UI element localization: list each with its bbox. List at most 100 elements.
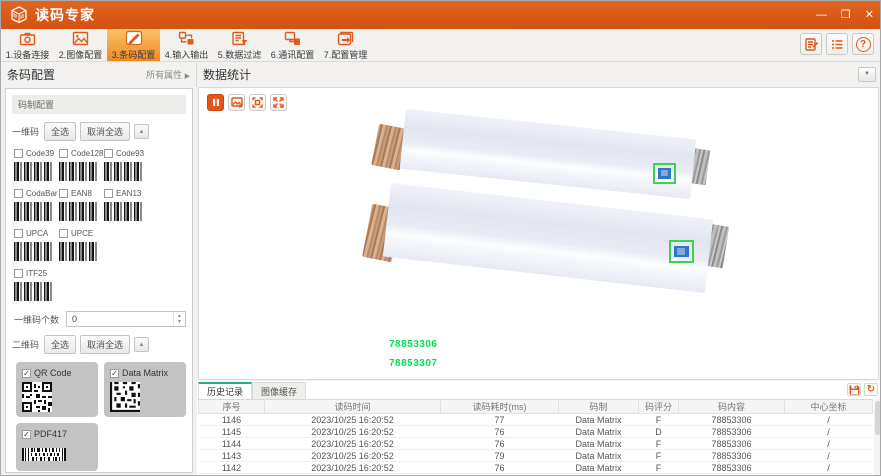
app-title: 读码专家 [35,5,95,25]
table-row[interactable]: 11422023/10/25 16:20:5276Data MatrixF788… [199,462,873,474]
select-all-2d-button[interactable]: 全选 [44,335,76,354]
tab-history-records[interactable]: 历史记录 [198,382,252,399]
decode-results: 78853306 78853307 [389,339,438,369]
itf25-label: ITF25 [26,269,47,278]
deselect-all-2d-button[interactable]: 取消全选 [80,335,130,354]
chevron-down-icon: ▼ [864,71,870,77]
image-save-button[interactable] [228,94,245,111]
spin-down-icon: ▼ [177,319,182,325]
log-button[interactable] [800,33,822,55]
symbology-1d-grid: Code39 Code128 Code93 CodaBar EAN8 EAN13 [14,147,188,307]
table-row[interactable]: 11442023/10/25 16:20:5276Data MatrixF788… [199,438,873,450]
tab-data-filter[interactable]: 5.数据过滤 [213,29,266,61]
col-grade: 码评分 [639,400,679,414]
tab-input-output[interactable]: 4.输入输出 [160,29,213,61]
ean8-barcode-image [59,202,97,221]
table-row[interactable]: 11462023/10/25 16:20:5277Data MatrixF788… [199,414,873,426]
battery-cell-top [400,109,697,199]
col-symbology: 码制 [559,400,639,414]
help-button[interactable]: ? [852,33,874,55]
codabar-checkbox[interactable] [14,189,23,198]
stats-dropdown-button[interactable]: ▼ [858,67,876,82]
symbology-ean13: EAN13 [104,187,149,221]
code93-checkbox[interactable] [104,149,113,158]
tab-image-cache[interactable]: 图像缓存 [252,382,306,399]
qr-code-checkbox[interactable]: ✓ [22,369,31,378]
data-matrix-image [110,382,140,412]
table-row[interactable]: 11432023/10/25 16:20:5279Data MatrixF788… [199,450,873,462]
fullscreen-button[interactable] [270,94,287,111]
qr-code-image [22,382,52,412]
tab-device-connect[interactable]: 1.设备连接 [1,29,54,61]
ean13-checkbox[interactable] [104,189,113,198]
decode-result-2: 78853307 [389,358,438,369]
code128-checkbox[interactable] [59,149,68,158]
toolbar-right-buttons: ? [800,33,874,55]
pdf417-checkbox[interactable]: ✓ [22,430,31,439]
title-bar: 读码专家 — ❐ ✕ [1,1,881,29]
collapse-1d-button[interactable]: ▲ [134,124,149,139]
itf25-checkbox[interactable] [14,269,23,278]
tab-label: 1.设备连接 [6,48,50,61]
decode-result-1: 78853306 [389,339,438,350]
collapse-2d-button[interactable]: ▲ [134,337,149,352]
detected-code-box-top [653,163,676,184]
config-manage-icon [337,30,354,47]
all-properties-label: 所有属性 [146,70,182,80]
barcode-config-panel: 码制配置 一维码 全选 取消全选 ▲ Code39 Code128 Code93… [5,88,193,473]
minimize-button[interactable]: — [816,10,827,21]
ean8-checkbox[interactable] [59,189,68,198]
tab-label: 3.条码配置 [112,48,156,61]
camera-icon [19,30,36,47]
symbology-code39: Code39 [14,147,59,181]
upce-checkbox[interactable] [59,229,68,238]
save-disk-icon [849,385,860,395]
history-header-row: 序号 读码时间 读码耗时(ms) 码制 码评分 码内容 中心坐标 [199,400,873,414]
scrollbar-thumb[interactable] [875,401,881,435]
image-icon [72,30,89,47]
count-1d-spinner[interactable]: ▲ ▼ [173,312,185,326]
code39-barcode-image [14,162,52,181]
table-row[interactable]: 11452023/10/25 16:20:5276Data MatrixD788… [199,426,873,438]
tab-config-manage[interactable]: 7.配置管理 [319,29,372,61]
count-1d-row: 一维码个数 0 ▲ ▼ [14,311,186,327]
deselect-all-1d-button[interactable]: 取消全选 [80,122,130,141]
history-section: 历史记录 图像缓存 ↻ 序号 读码时间 读码耗时(ms) 码制 码评分 码内容 [197,381,881,476]
pause-button[interactable] [207,94,224,111]
close-button[interactable]: ✕ [865,10,874,21]
upca-label: UPCA [26,229,48,238]
symbology-codabar: CodaBar [14,187,59,221]
tab-label: 2.图像配置 [59,48,103,61]
help-icon: ? [856,37,871,52]
tab-barcode-config[interactable]: 3.条码配置 [107,29,160,61]
save-records-button[interactable] [847,383,861,396]
list-button[interactable] [826,33,848,55]
collapse-icon: ▲ [139,342,145,348]
battery-cell-bottom [383,183,713,293]
tab-comm-config[interactable]: 6.通讯配置 [266,29,319,61]
data-matrix-checkbox[interactable]: ✓ [110,369,119,378]
barcode-config-icon [125,30,143,47]
col-read-time: 读码时间 [265,400,441,414]
count-1d-input[interactable]: 0 ▲ ▼ [66,311,186,327]
upca-checkbox[interactable] [14,229,23,238]
list-icon [830,37,845,52]
code39-checkbox[interactable] [14,149,23,158]
col-duration: 读码耗时(ms) [441,400,559,414]
image-save-icon [231,97,243,108]
all-properties-link[interactable]: 所有属性 ▶ [146,68,190,81]
maximize-button[interactable]: ❐ [841,10,851,21]
pdf417-label: PDF417 [34,429,67,439]
qr-code-card: ✓QR Code [16,362,98,417]
itf25-barcode-image [14,282,52,301]
refresh-records-button[interactable]: ↻ [864,383,878,396]
codabar-label: CodaBar [26,189,58,198]
tab-image-config[interactable]: 2.图像配置 [54,29,107,61]
symbology-code93: Code93 [104,147,149,181]
table-scrollbar[interactable] [874,399,881,476]
left-panel-header: 条码配置 所有属性 ▶ [1,62,197,87]
app-logo-icon [9,5,29,25]
fit-view-button[interactable] [249,94,266,111]
symbology-itf25: ITF25 [14,267,188,301]
select-all-1d-button[interactable]: 全选 [44,122,76,141]
